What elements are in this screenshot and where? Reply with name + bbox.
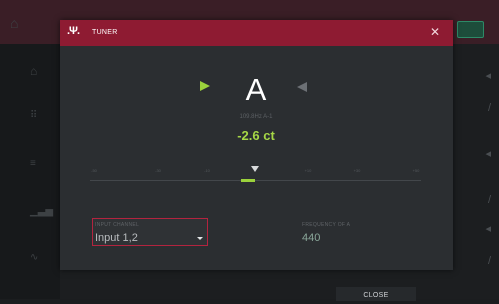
scale-label: +50 [412,168,420,173]
home-icon-faded: ⌂ [30,64,38,78]
pencil-icon: / [487,102,491,114]
dialog-title: TUNER [92,29,118,36]
frequency-readout: 109.8Hz A-1 [239,114,273,120]
dialog-header: .Ψ. TUNER ✕ [60,20,453,46]
detected-note: A [245,72,267,107]
background-side-marker: ◂ [485,70,491,82]
pencil-icon: / [487,255,491,267]
home-icon: ⌂ [10,15,19,31]
sharp-indicator-icon [297,82,307,92]
pencil-icon: / [487,194,491,206]
tuning-scale [90,180,421,181]
dropdown-caret-icon[interactable] [197,237,203,240]
frequency-of-a-value[interactable]: 440 [302,232,320,244]
tuner-icon: .Ψ. [67,25,80,37]
bars-icon: ▁▃▅ [30,206,54,217]
background-side-marker: ◂ [485,148,491,160]
tuning-needle-icon [251,166,259,172]
input-channel-value[interactable]: Input 1,2 [95,232,138,244]
scale-label: +10 [304,168,312,173]
wave-icon: ∿ [30,252,39,263]
background-side-marker: ◂ [485,223,491,235]
close-icon[interactable]: ✕ [430,26,440,38]
scale-label: -50 [91,168,97,173]
cents-offset: -2.6 ct [237,128,275,143]
pitch-offset-bar [241,179,255,182]
frequency-of-a-label: FREQUENCY OF A [302,222,351,228]
input-channel-label: INPUT CHANNEL [95,222,140,228]
scale-label: -30 [155,168,161,173]
list-icon: ≡ [30,158,36,169]
scale-label: +30 [353,168,361,173]
flat-indicator-icon [200,81,210,91]
background-grid-button [457,21,484,38]
grid-icon: ⠿ [30,110,38,121]
scale-label: -10 [204,168,210,173]
tuner-dialog: .Ψ. TUNER ✕ A 109.8Hz A-1 -2.6 ct -50 -3… [60,20,453,270]
